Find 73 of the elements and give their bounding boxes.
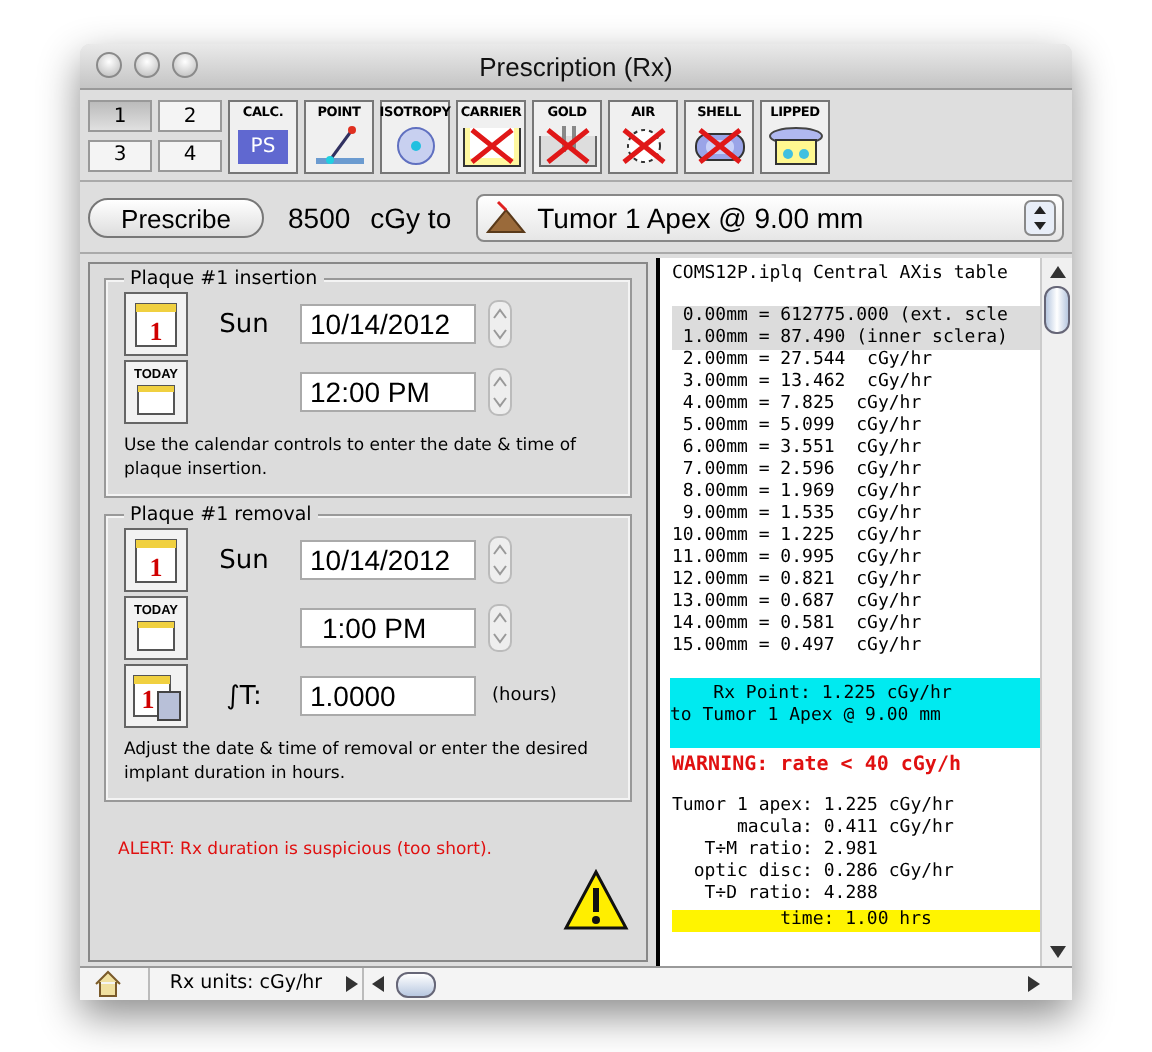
right-arrow-icon[interactable] xyxy=(342,972,362,996)
table-row[interactable]: 2.00mm = 27.544 cGy/hr xyxy=(672,350,1040,372)
alert-message: ALERT: Rx duration is suspicious (too short). xyxy=(118,840,492,860)
rx-point-line: Rx Point: 1.225 cGy/hr xyxy=(711,684,954,706)
prescribe-button[interactable]: Prescribe xyxy=(88,198,264,238)
dose-unit: cGy to xyxy=(370,202,452,234)
table-row[interactable]: 4.00mm = 7.825 cGy/hr xyxy=(672,394,1040,416)
close-button[interactable] xyxy=(96,52,122,78)
day-label: Sun xyxy=(217,545,271,575)
zoom-button[interactable] xyxy=(172,52,198,78)
table-row[interactable]: 13.00mm = 0.687 cGy/hr xyxy=(672,592,1040,614)
updown-arrows-icon xyxy=(1024,200,1056,236)
table-title: COMS12P.iplq Central AXis table xyxy=(672,264,1010,286)
scroll-left-icon[interactable] xyxy=(368,972,388,996)
units-selector[interactable]: Rx units: cGy/hr xyxy=(148,968,342,1000)
table-row[interactable]: 8.00mm = 1.969 cGy/hr xyxy=(672,482,1040,504)
stepper-control[interactable] xyxy=(488,604,512,652)
duration-label: ∫T: xyxy=(224,681,264,711)
table-row[interactable]: 12.00mm = 0.821 cGy/hr xyxy=(672,570,1040,592)
stepper-control[interactable] xyxy=(488,300,512,348)
table-row[interactable]: 6.00mm = 3.551 cGy/hr xyxy=(672,438,1040,460)
table-row[interactable]: 5.00mm = 5.099 cGy/hr xyxy=(672,416,1040,438)
table-row[interactable]: 3.00mm = 13.462 cGy/hr xyxy=(672,372,1040,394)
calendar-button[interactable]: 1 xyxy=(124,528,188,592)
lipped-plaque-icon xyxy=(765,124,825,168)
date-field[interactable]: 10/14/2012 xyxy=(300,304,476,344)
stepper-control[interactable] xyxy=(488,368,512,416)
help-text: Adjust the date & time of removal or enter the desired implant duration in hours. xyxy=(124,738,591,786)
summary-line: macula: 0.411 cGy/hr xyxy=(735,818,956,840)
rx-point-line: to Tumor 1 Apex @ 9.00 mm xyxy=(670,706,943,728)
scroll-thumb[interactable] xyxy=(396,971,436,997)
duration-unit: (hours) xyxy=(492,686,557,706)
calendar-page-icon xyxy=(134,384,178,416)
group-legend: Plaque #1 insertion xyxy=(124,268,324,290)
table-row[interactable]: 14.00mm = 0.581 cGy/hr xyxy=(672,614,1040,636)
warning-icon xyxy=(562,868,630,932)
duration-field[interactable]: 1.0000 xyxy=(300,676,476,716)
summary-line: T÷D ratio: 4.288 xyxy=(702,884,880,906)
time-field[interactable]: 12:00 PM xyxy=(300,372,476,412)
page-button[interactable]: 2 xyxy=(158,100,222,132)
page-button[interactable]: 4 xyxy=(158,139,222,171)
calendar-button[interactable]: 1 xyxy=(124,292,188,356)
warning-text: WARNING: rate < 40 cGy/h xyxy=(672,754,963,776)
date-field[interactable]: 10/14/2012 xyxy=(300,540,476,580)
ps-badge: PS xyxy=(238,129,288,163)
tent-icon xyxy=(483,200,528,236)
calculator-calendar-button[interactable]: 1 xyxy=(124,664,188,728)
table-row[interactable]: 0.00mm = 612775.000 (ext. scle xyxy=(672,306,1040,328)
time-field[interactable]: 1:00 PM xyxy=(300,608,476,648)
page-button[interactable]: 3 xyxy=(88,139,152,171)
table-row[interactable]: 11.00mm = 0.995 cGy/hr xyxy=(672,548,1040,570)
target-dropdown[interactable]: Tumor 1 Apex @ 9.00 mm xyxy=(475,194,1064,242)
group-legend: Plaque #1 removal xyxy=(124,504,318,526)
help-text: Use the calendar controls to enter the date & time of plaque insertion. xyxy=(124,434,579,482)
summary-line: Tumor 1 apex: 1.225 cGy/hr xyxy=(672,796,956,818)
table-row[interactable]: 9.00mm = 1.535 cGy/hr xyxy=(672,504,1040,526)
summary-line: optic disc: 0.286 cGy/hr xyxy=(691,862,956,884)
table-row[interactable]: 1.00mm = 87.490 (inner sclera) xyxy=(672,328,1040,350)
vertical-scrollbar[interactable] xyxy=(1040,258,1072,966)
table-row[interactable]: 15.00mm = 0.497 cGy/hr xyxy=(672,636,1040,658)
window-title: Prescription (Rx) xyxy=(479,51,673,81)
summary-line: T÷M ratio: 2.981 xyxy=(702,840,880,862)
scroll-thumb[interactable] xyxy=(1044,286,1070,334)
stepper-control[interactable] xyxy=(488,536,512,584)
calendar-page-icon xyxy=(134,620,178,652)
dose-value: 8500 xyxy=(288,202,351,234)
minimize-button[interactable] xyxy=(134,52,160,78)
scroll-right-icon[interactable] xyxy=(1024,972,1044,996)
page-button[interactable]: 1 xyxy=(88,100,152,132)
table-row[interactable]: 7.00mm = 2.596 cGy/hr xyxy=(672,460,1040,482)
day-label: Sun xyxy=(217,309,271,339)
home-icon[interactable] xyxy=(92,970,124,998)
table-row[interactable]: 10.00mm = 1.225 cGy/hr xyxy=(672,526,1040,548)
